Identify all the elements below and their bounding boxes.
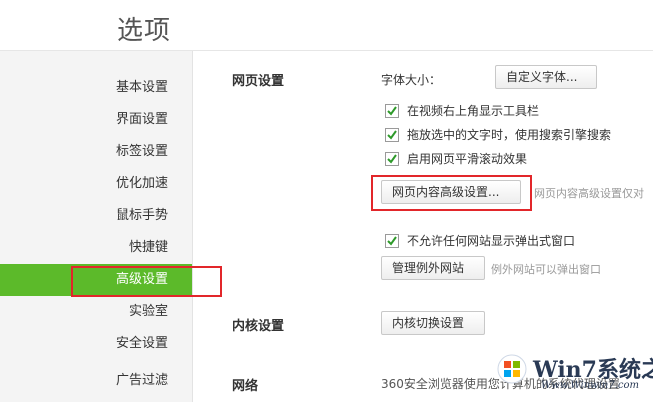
highlight-box-advanced (71, 266, 222, 297)
checkbox-video-toolbar[interactable]: 在视频右上角显示工具栏 (385, 102, 539, 120)
checkbox-label: 启用网页平滑滚动效果 (407, 152, 528, 166)
advanced-content-hint: 网页内容高级设置仅对 (534, 187, 644, 200)
sidebar-item-tabs[interactable]: 标签设置 (18, 141, 168, 163)
checkbox-checked-icon[interactable] (385, 103, 399, 118)
section-network-label: 网络 (232, 379, 259, 394)
sidebar-item-interface[interactable]: 界面设置 (18, 109, 168, 131)
sidebar-item-ad-filter[interactable]: 广告过滤 (18, 370, 168, 392)
sidebar-item-shortcuts[interactable]: 快捷键 (18, 237, 168, 259)
sidebar-item-security[interactable]: 安全设置 (18, 333, 168, 355)
checkbox-checked-icon[interactable] (385, 127, 399, 142)
checkbox-label: 在视频右上角显示工具栏 (407, 104, 540, 118)
kernel-switch-button[interactable]: 内核切换设置 (381, 311, 485, 335)
highlight-box-advanced-content (371, 175, 532, 211)
watermark-url: Www.Winwin7.com (541, 380, 639, 391)
page-title: 选项 (117, 16, 172, 46)
checkbox-smooth-scroll[interactable]: 启用网页平滑滚动效果 (385, 150, 527, 168)
section-webpage-label: 网页设置 (232, 74, 285, 89)
manage-exceptions-button[interactable]: 管理例外网站 (381, 256, 485, 280)
watermark: Win7系统之家 Www.Winwin7.com (493, 350, 653, 402)
options-header: 选项 (0, 0, 653, 51)
checkbox-block-popups[interactable]: 不允许任何网站显示弹出式窗口 (385, 232, 575, 250)
windows-logo-icon (497, 354, 527, 384)
checkbox-checked-icon[interactable] (385, 151, 399, 166)
exceptions-hint: 例外网站可以弹出窗口 (491, 263, 601, 276)
checkbox-drag-search[interactable]: 拖放选中的文字时，使用搜索引擎搜索 (385, 126, 611, 144)
sidebar-item-lab[interactable]: 实验室 (18, 301, 168, 323)
sidebar: 基本设置 界面设置 标签设置 优化加速 鼠标手势 快捷键 高级设置 实验室 安全… (0, 51, 193, 402)
section-kernel-label: 内核设置 (232, 319, 285, 334)
sidebar-item-mouse-gestures[interactable]: 鼠标手势 (18, 205, 168, 227)
font-size-label: 字体大小： (381, 73, 442, 87)
checkbox-checked-icon[interactable] (385, 233, 399, 248)
sidebar-item-optimize[interactable]: 优化加速 (18, 173, 168, 195)
checkbox-label: 拖放选中的文字时，使用搜索引擎搜索 (407, 128, 612, 142)
custom-font-button[interactable]: 自定义字体... (495, 65, 597, 89)
sidebar-item-basic[interactable]: 基本设置 (18, 77, 168, 99)
checkbox-label: 不允许任何网站显示弹出式窗口 (407, 234, 576, 248)
